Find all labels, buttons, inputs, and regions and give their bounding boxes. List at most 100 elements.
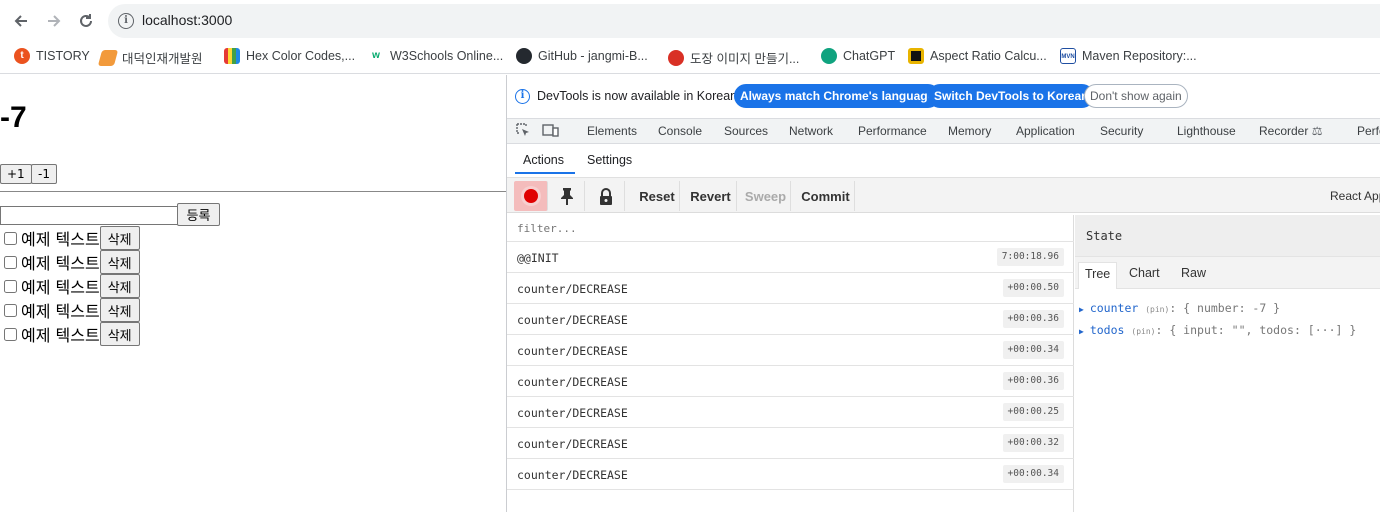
tab-network[interactable]: Network (789, 124, 833, 138)
switch-korean-button[interactable]: Switch DevTools to Korean (928, 84, 1095, 108)
action-row[interactable]: counter/DECREASE +00:00.25 (507, 397, 1074, 428)
record-icon (523, 189, 538, 203)
todo-text: 예제 텍스트 (21, 254, 100, 273)
address-bar[interactable]: i localhost:3000 (108, 4, 1380, 38)
tree-node-todos[interactable]: ▶ todos (pin): { input: "", todos: [···] … (1079, 323, 1356, 337)
delete-button[interactable]: 삭제 (99, 298, 140, 322)
dd-icon (97, 49, 119, 66)
tab-elements[interactable]: Elements (587, 124, 637, 138)
action-row[interactable]: counter/DECREASE +00:00.34 (507, 459, 1074, 490)
increment-button[interactable]: +1 (0, 164, 32, 184)
bookmark-stamp[interactable]: 도장 이미지 만들기... (668, 48, 799, 67)
action-row[interactable]: counter/DECREASE +00:00.36 (507, 304, 1074, 335)
lock-button[interactable] (588, 181, 625, 211)
action-name: counter/DECREASE (517, 437, 628, 451)
tab-raw[interactable]: Raw (1181, 266, 1206, 280)
back-arrow-icon[interactable] (8, 8, 34, 34)
tab-performance-insights[interactable]: Perfo (1357, 124, 1380, 138)
reload-icon[interactable] (73, 8, 99, 34)
action-row[interactable]: counter/DECREASE +00:00.34 (507, 335, 1074, 366)
bookmark-tistory[interactable]: t TISTORY (14, 48, 90, 64)
subtab-actions[interactable]: Actions (523, 153, 564, 167)
bookmark-label: Maven Repository:... (1082, 49, 1197, 63)
todo-item: 예제 텍스트 삭제 (0, 322, 140, 346)
match-language-button[interactable]: Always match Chrome's language (734, 84, 941, 108)
record-button[interactable] (514, 181, 548, 211)
delete-button[interactable]: 삭제 (99, 274, 140, 298)
register-button[interactable]: 등록 (177, 203, 220, 226)
dont-show-again-button[interactable]: Don't show again (1084, 84, 1188, 108)
todo-text: 예제 텍스트 (21, 302, 100, 321)
todo-checkbox[interactable] (4, 303, 17, 317)
sweep-button[interactable]: Sweep (741, 181, 791, 211)
subtab-active-indicator (515, 172, 575, 174)
tree-value: : { number: -7 } (1169, 301, 1281, 315)
todo-checkbox[interactable] (4, 231, 17, 245)
tab-performance[interactable]: Performance (858, 124, 927, 138)
tab-sources[interactable]: Sources (724, 124, 768, 138)
todo-text: 예제 텍스트 (21, 326, 100, 345)
aspect-icon (908, 48, 924, 64)
browser-toolbar: i localhost:3000 (0, 0, 1380, 40)
pin-icon (561, 188, 573, 205)
expand-arrow-icon[interactable]: ▶ (1079, 327, 1084, 336)
delete-button[interactable]: 삭제 (99, 250, 140, 274)
pin-button[interactable] (550, 181, 585, 211)
state-title: State (1086, 229, 1123, 243)
device-toolbar-icon[interactable] (542, 123, 559, 141)
bookmark-daedeok[interactable]: 대덕인재개발원 (97, 48, 203, 67)
tree-key: counter (1089, 301, 1139, 315)
info-icon: i (515, 89, 530, 104)
tab-console[interactable]: Console (658, 124, 702, 138)
instance-selector[interactable]: React App (1330, 181, 1380, 211)
bookmark-w3schools[interactable]: w W3Schools Online... (368, 48, 503, 64)
bookmark-github[interactable]: GitHub - jangmi-B... (516, 48, 648, 64)
commit-button[interactable]: Commit (797, 181, 855, 211)
pin-link[interactable]: (pin) (1131, 327, 1155, 336)
tab-recorder[interactable]: Recorder ⚖ (1259, 124, 1322, 138)
todo-checkbox[interactable] (4, 255, 17, 269)
bookmarks-bar: t TISTORY 대덕인재개발원 Hex Color Codes,... w W3… (0, 40, 1380, 74)
inspect-element-icon[interactable] (516, 123, 531, 141)
action-name: counter/DECREASE (517, 468, 628, 482)
action-time: +00:00.32 (1002, 434, 1064, 452)
decrement-button[interactable]: -1 (31, 164, 57, 184)
action-time: +00:00.34 (1002, 341, 1064, 359)
tree-node-counter[interactable]: ▶ counter (pin): { number: -7 } (1079, 301, 1280, 315)
revert-button[interactable]: Revert (685, 181, 737, 211)
bookmark-maven[interactable]: MVN Maven Repository:... (1060, 48, 1197, 64)
infobar-message: DevTools is now available in Korean! (537, 89, 741, 103)
tab-application[interactable]: Application (1016, 124, 1075, 138)
tab-lighthouse[interactable]: Lighthouse (1177, 124, 1236, 138)
todo-text: 예제 텍스트 (21, 230, 100, 249)
todo-checkbox[interactable] (4, 327, 17, 341)
action-time: 7:00:18.96 (996, 248, 1064, 266)
site-info-icon[interactable]: i (118, 13, 134, 29)
reset-button[interactable]: Reset (635, 181, 680, 211)
todo-checkbox[interactable] (4, 279, 17, 293)
state-panel: State Tree Chart Raw ▶ counter (pin): { n… (1075, 215, 1380, 512)
subtab-settings[interactable]: Settings (587, 153, 632, 167)
tab-chart[interactable]: Chart (1129, 266, 1160, 280)
action-row[interactable]: counter/DECREASE +00:00.32 (507, 428, 1074, 459)
action-time: +00:00.50 (1002, 279, 1064, 297)
tab-memory[interactable]: Memory (948, 124, 991, 138)
tab-security[interactable]: Security (1100, 124, 1143, 138)
pin-link[interactable]: (pin) (1145, 305, 1169, 314)
action-row[interactable]: counter/DECREASE +00:00.50 (507, 273, 1074, 304)
delete-button[interactable]: 삭제 (99, 226, 140, 250)
redux-toolbar: Reset Revert Sweep Commit React App (507, 177, 1380, 213)
todo-input[interactable] (0, 206, 178, 225)
bookmark-aspect-ratio[interactable]: Aspect Ratio Calcu... (908, 48, 1047, 64)
action-row[interactable]: counter/DECREASE +00:00.36 (507, 366, 1074, 397)
bookmark-hex-colors[interactable]: Hex Color Codes,... (224, 48, 355, 64)
action-filter-input[interactable] (517, 222, 1057, 235)
tab-tree[interactable]: Tree (1078, 262, 1118, 289)
forward-arrow-icon[interactable] (41, 8, 67, 34)
delete-button[interactable]: 삭제 (99, 322, 140, 346)
expand-arrow-icon[interactable]: ▶ (1079, 305, 1084, 314)
github-icon (516, 48, 532, 64)
action-row[interactable]: @@INIT 7:00:18.96 (507, 242, 1074, 273)
bookmark-chatgpt[interactable]: ChatGPT (821, 48, 895, 64)
todo-item: 예제 텍스트 삭제 (0, 298, 140, 322)
